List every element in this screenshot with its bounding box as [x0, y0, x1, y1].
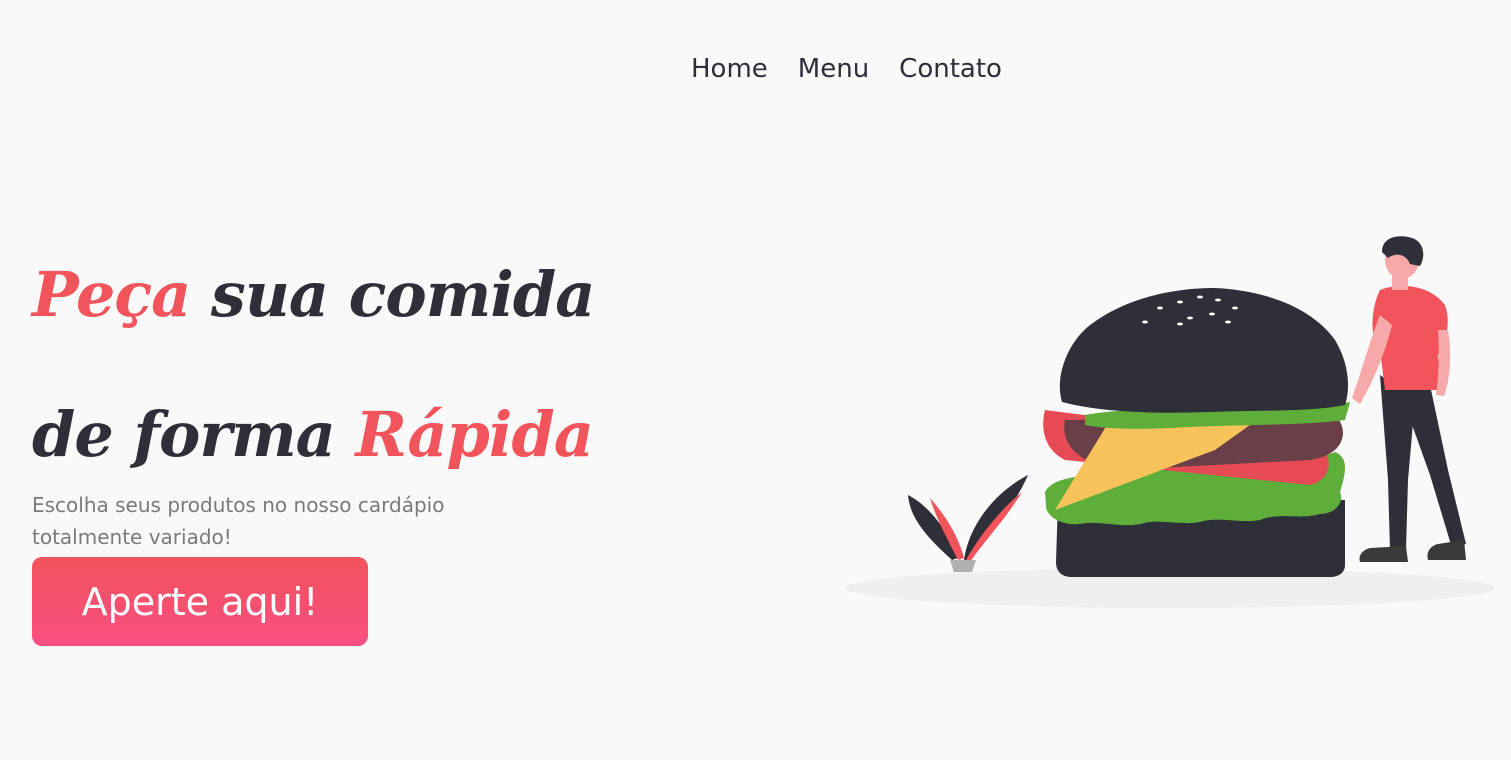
hero-title: Peça sua comida de forma Rápida	[32, 225, 652, 505]
person-icon	[1352, 236, 1466, 562]
hero-title-accent-2: Rápida	[355, 398, 594, 471]
nav-link-contato[interactable]: Contato	[899, 48, 1002, 90]
nav-link-menu[interactable]: Menu	[798, 48, 869, 90]
plant-icon	[908, 475, 1028, 572]
hero-subtitle: Escolha seus produtos no nosso cardápio …	[32, 493, 445, 549]
hero-title-line-1: Peça sua comida	[32, 225, 652, 365]
hero-title-accent-1: Peça	[32, 258, 191, 331]
hero-title-start-2: de forma	[32, 398, 356, 471]
top-nav: Home Menu Contato	[691, 48, 1002, 90]
burger-icon	[1043, 288, 1350, 577]
nav-link-home[interactable]: Home	[691, 48, 768, 90]
burger-with-person-illustration-icon	[845, 236, 1495, 608]
cta-button[interactable]: Aperte aqui!	[32, 557, 368, 646]
hero-title-line-2: de forma Rápida	[32, 365, 652, 505]
hero-title-rest-1: sua comida	[190, 258, 596, 331]
